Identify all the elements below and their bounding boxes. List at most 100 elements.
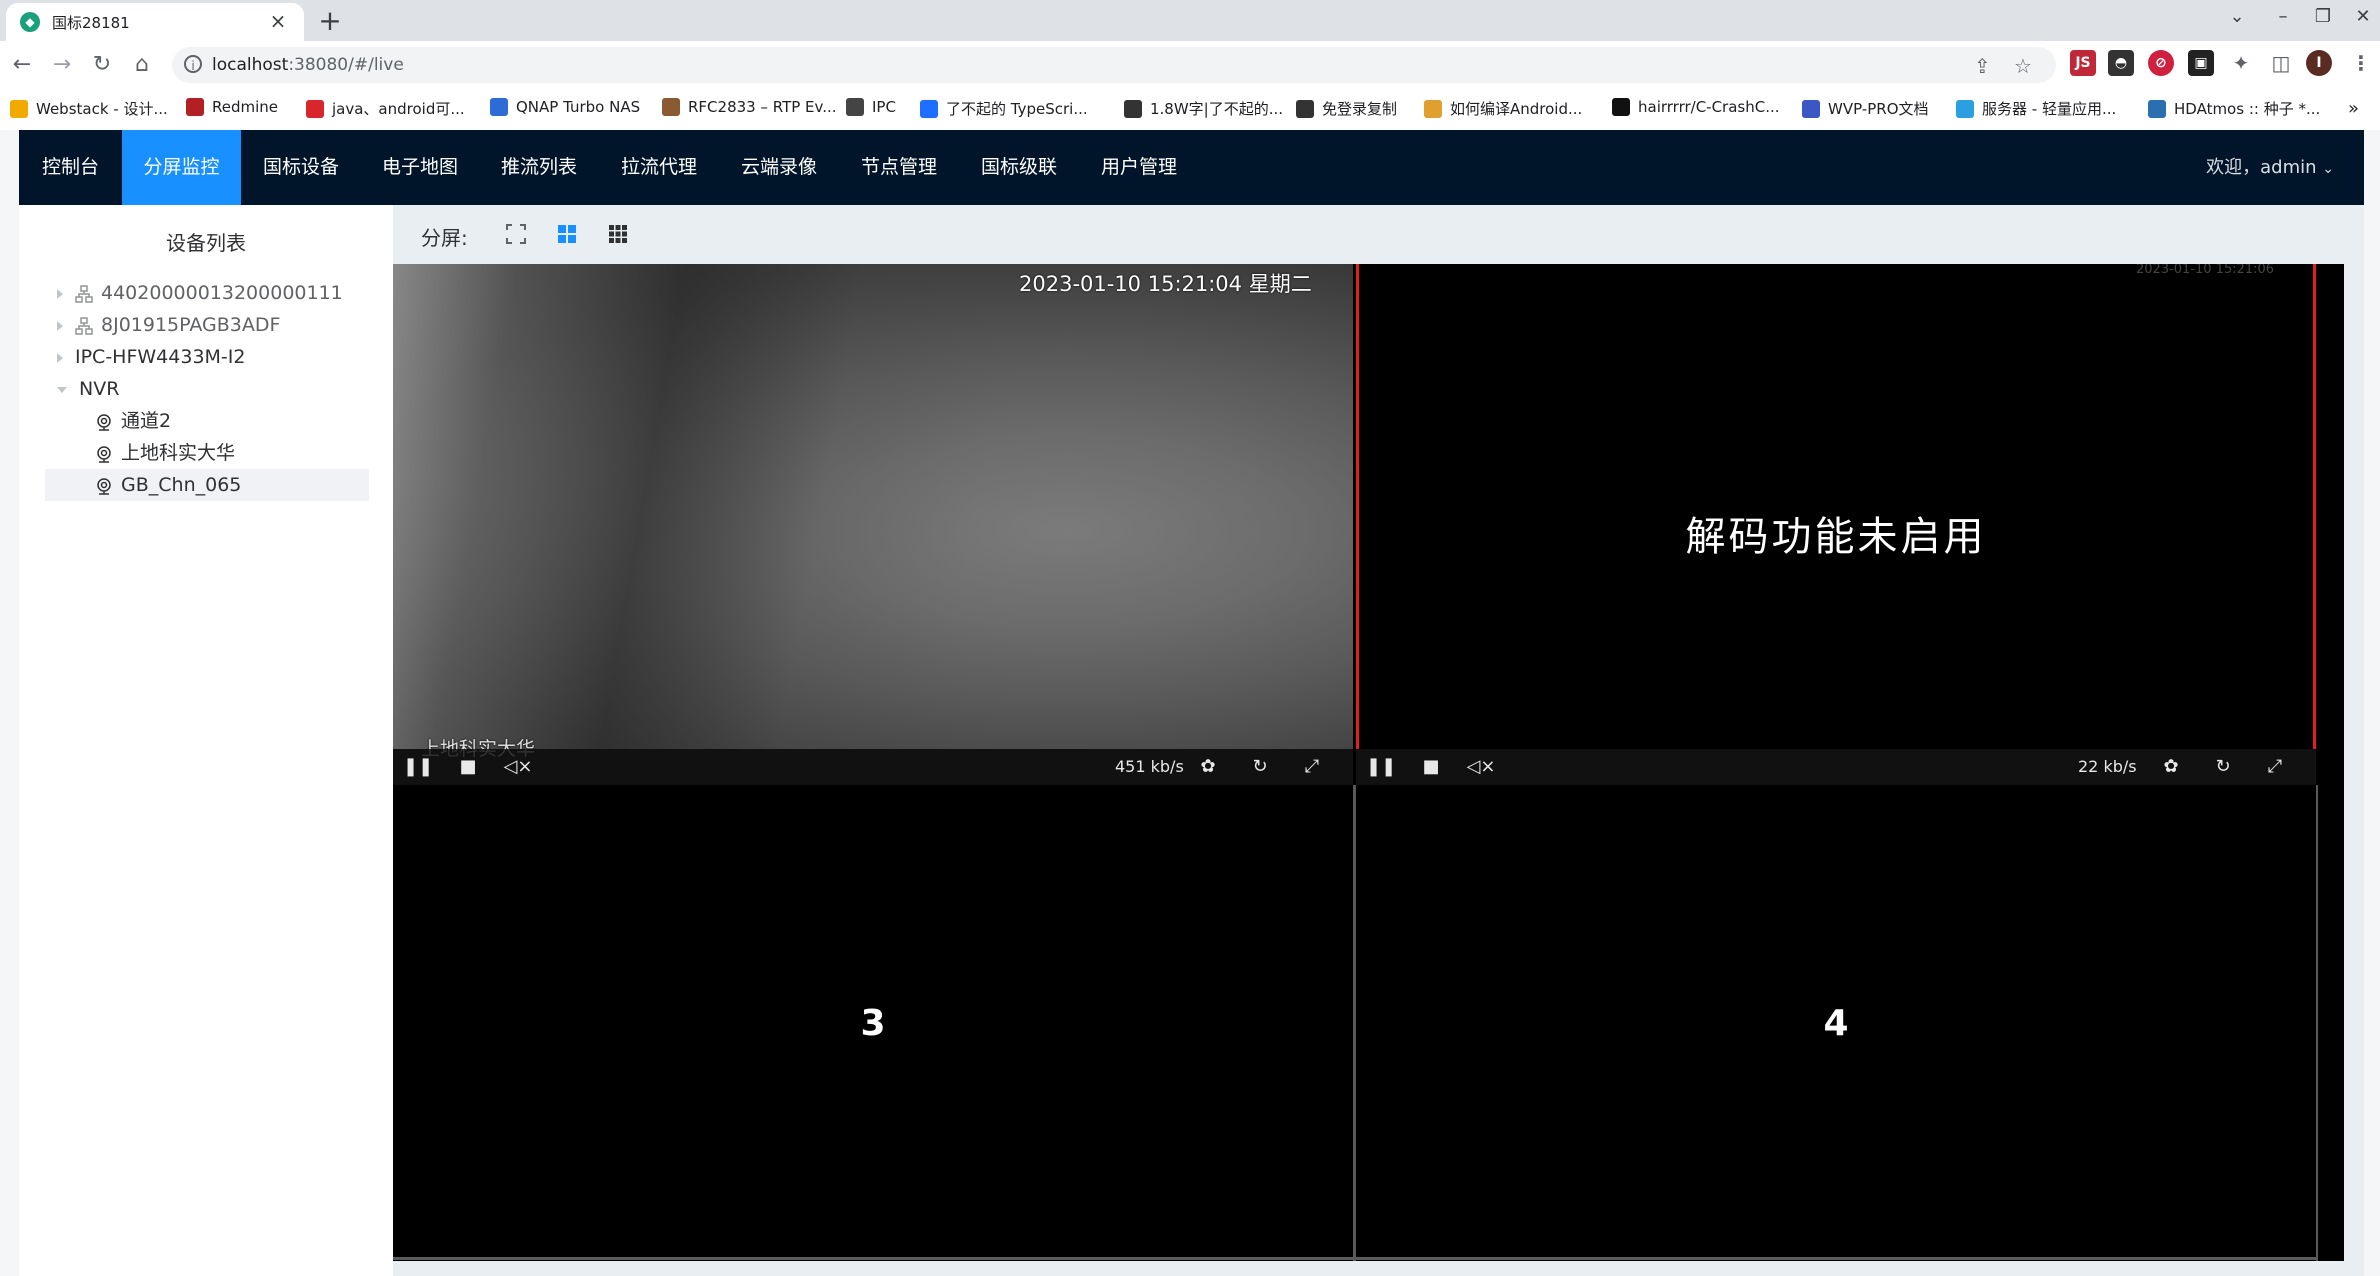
grid-4-icon[interactable] — [556, 223, 578, 245]
tree-node[interactable]: 通道2 — [45, 405, 369, 437]
tab-search-chevron-icon[interactable]: ⌄ — [2222, 6, 2252, 27]
close-window-icon[interactable]: ✕ — [2348, 6, 2378, 27]
pause-icon[interactable]: ❚❚ — [403, 749, 433, 785]
player-2[interactable]: 2023-01-10 15:21:06 解码功能未启用 ❚❚ ■ ◁× 22 k… — [1356, 264, 2316, 785]
url-text: localhost:38080/#/live — [212, 55, 404, 75]
bookmark-favicon-icon — [186, 98, 204, 116]
address-bar[interactable]: i localhost:38080/#/live ⇪ ☆ — [172, 47, 2056, 83]
caret-right-icon[interactable] — [57, 320, 63, 331]
back-icon[interactable]: ← — [6, 49, 38, 81]
bookmark-item[interactable]: java、android可... — [306, 98, 465, 119]
bookmark-item[interactable]: QNAP Turbo NAS — [490, 98, 640, 116]
home-icon[interactable]: ⌂ — [126, 49, 158, 81]
bookmark-item[interactable]: Redmine — [186, 98, 278, 116]
mute-icon[interactable]: ◁× — [1466, 749, 1496, 785]
fullscreen-icon[interactable] — [505, 223, 527, 245]
bookmark-item[interactable]: WVP-PRO文档 — [1802, 98, 1929, 119]
bookmark-label: 免登录复制 — [1322, 100, 1398, 118]
settings-icon[interactable]: ✿ — [2156, 749, 2186, 785]
pause-icon[interactable]: ❚❚ — [1366, 749, 1396, 785]
tab-title: 国标28181 — [52, 13, 130, 32]
tree-node-label: 8J01915PAGB3ADF — [101, 314, 281, 336]
site-info-icon[interactable]: i — [184, 55, 202, 73]
grid-9-icon[interactable] — [607, 223, 629, 245]
bookmark-item[interactable]: 如何编译Android... — [1424, 98, 1582, 119]
bookmark-item[interactable]: 服务器 - 轻量应用... — [1956, 98, 2116, 119]
bookmark-item[interactable]: HDAtmos :: 种子 *... — [2148, 98, 2320, 119]
extension-square-icon[interactable]: ▣ — [2188, 50, 2214, 76]
tree-node[interactable]: GB_Chn_065 — [45, 469, 369, 501]
mute-icon[interactable]: ◁× — [503, 749, 533, 785]
browser-menu-icon[interactable]: ⋮ — [2348, 50, 2374, 76]
nav-item-4[interactable]: 推流列表 — [479, 130, 599, 205]
tree-node[interactable]: NVR — [45, 373, 369, 405]
tree-node-label: 44020000013200000111 — [101, 282, 343, 304]
nav-item-8[interactable]: 国标级联 — [959, 130, 1079, 205]
bookmark-item[interactable]: 1.8W字|了不起的... — [1124, 98, 1283, 119]
nav-item-6[interactable]: 云端录像 — [719, 130, 839, 205]
bookmark-item[interactable]: 免登录复制 — [1296, 98, 1397, 119]
forward-icon[interactable]: → — [46, 49, 78, 81]
device-sidebar: 设备列表 44020000013200000111 8J01915PAGB3ADF… — [19, 205, 393, 1276]
reload-icon[interactable]: ↻ — [86, 49, 118, 81]
bookmark-item[interactable]: hairrrrr/C-CrashC... — [1612, 98, 1780, 116]
player-1[interactable]: 2023-01-10 15:21:04 星期二 上地科实大华 ❚❚ ■ ◁× 4… — [393, 264, 1353, 785]
side-panel-icon[interactable]: ◫ — [2268, 50, 2294, 76]
expand-icon[interactable]: ⤢ — [2260, 749, 2290, 785]
bookmark-item[interactable]: 了不起的 TypeScri... — [920, 98, 1088, 119]
player-3[interactable]: 3 — [393, 785, 1353, 1261]
browser-tabstrip: ◆ 国标28181 × + ⌄ – ❐ ✕ — [0, 0, 2380, 41]
bookmark-item[interactable]: RFC2833 – RTP Ev... — [662, 98, 837, 116]
extension-glasses-icon[interactable]: ◓ — [2108, 50, 2134, 76]
profile-avatar[interactable]: I — [2306, 50, 2332, 76]
user-menu[interactable]: 欢迎，admin ⌄ — [2206, 130, 2334, 205]
bookmark-favicon-icon — [1802, 99, 1820, 118]
close-tab-icon[interactable]: × — [266, 10, 290, 34]
nav-item-5[interactable]: 拉流代理 — [599, 130, 719, 205]
player-grid: 2023-01-10 15:21:04 星期二 上地科实大华 ❚❚ ■ ◁× 4… — [393, 264, 2344, 1261]
browser-tab[interactable]: ◆ 国标28181 × — [6, 3, 304, 41]
nav-item-0[interactable]: 控制台 — [19, 130, 122, 205]
extension-block-icon[interactable]: ⊘ — [2148, 50, 2174, 76]
refresh-icon[interactable]: ↻ — [2208, 749, 2238, 785]
caret-right-icon[interactable] — [57, 352, 63, 363]
bookmark-item[interactable]: IPC — [846, 98, 896, 116]
tree-node[interactable]: IPC-HFW4433M-I2 — [45, 341, 369, 373]
nav-item-1[interactable]: 分屏监控 — [122, 130, 241, 205]
player-4[interactable]: 4 — [1356, 785, 2316, 1261]
expand-icon[interactable]: ⤢ — [1297, 749, 1327, 785]
bookmarks-bar: Webstack - 设计... Redmine java、android可... Q… — [0, 89, 2380, 131]
stop-icon[interactable]: ■ — [453, 749, 483, 785]
bookmark-label: RFC2833 – RTP Ev... — [688, 98, 837, 116]
new-tab-button[interactable]: + — [314, 6, 346, 38]
split-label: 分屏: — [421, 226, 468, 250]
nav-item-9[interactable]: 用户管理 — [1079, 130, 1199, 205]
settings-icon[interactable]: ✿ — [1193, 749, 1223, 785]
bookmark-favicon-icon — [306, 99, 324, 118]
browser-toolbar: ← → ↻ ⌂ i localhost:38080/#/live ⇪ ☆ — [0, 41, 2380, 89]
bookmark-label: Webstack - 设计... — [36, 100, 168, 118]
tree-node[interactable]: 上地科实大华 — [45, 437, 369, 469]
minimize-icon[interactable]: – — [2268, 6, 2298, 27]
caret-right-icon[interactable] — [57, 288, 63, 299]
nav-item-3[interactable]: 电子地图 — [361, 130, 479, 205]
osd-timestamp: 2023-01-10 15:21:06 — [2136, 264, 2275, 277]
extensions-puzzle-icon[interactable]: ✦ — [2228, 50, 2254, 76]
nav-item-7[interactable]: 节点管理 — [839, 130, 959, 205]
tree-node[interactable]: 44020000013200000111 — [45, 277, 369, 309]
refresh-icon[interactable]: ↻ — [1245, 749, 1275, 785]
bookmarks-overflow-icon[interactable]: » — [2348, 98, 2359, 119]
bookmark-star-icon[interactable]: ☆ — [2014, 54, 2032, 78]
split-view-area: 分屏: 2023-01-10 15:21:04 星期二 ❚❚ ■ ◁× 451 … — [393, 205, 2364, 1276]
caret-down-icon[interactable] — [57, 386, 67, 393]
share-icon[interactable]: ⇪ — [1974, 54, 1991, 78]
extension-js-icon[interactable]: JS — [2070, 50, 2096, 76]
tree-node[interactable]: 8J01915PAGB3ADF — [45, 309, 369, 341]
bookmark-item[interactable]: Webstack - 设计... — [10, 98, 168, 119]
stop-icon[interactable]: ■ — [1416, 749, 1446, 785]
player-controls: ❚❚ ■ ◁× 22 kb/s ✿ ↻ ⤢ — [1356, 749, 2316, 785]
nav-item-2[interactable]: 国标设备 — [241, 130, 361, 205]
video-frame — [393, 264, 1353, 749]
restore-icon[interactable]: ❐ — [2308, 6, 2338, 27]
player-controls: ❚❚ ■ ◁× 451 kb/s ✿ ↻ ⤢ — [393, 749, 1353, 785]
